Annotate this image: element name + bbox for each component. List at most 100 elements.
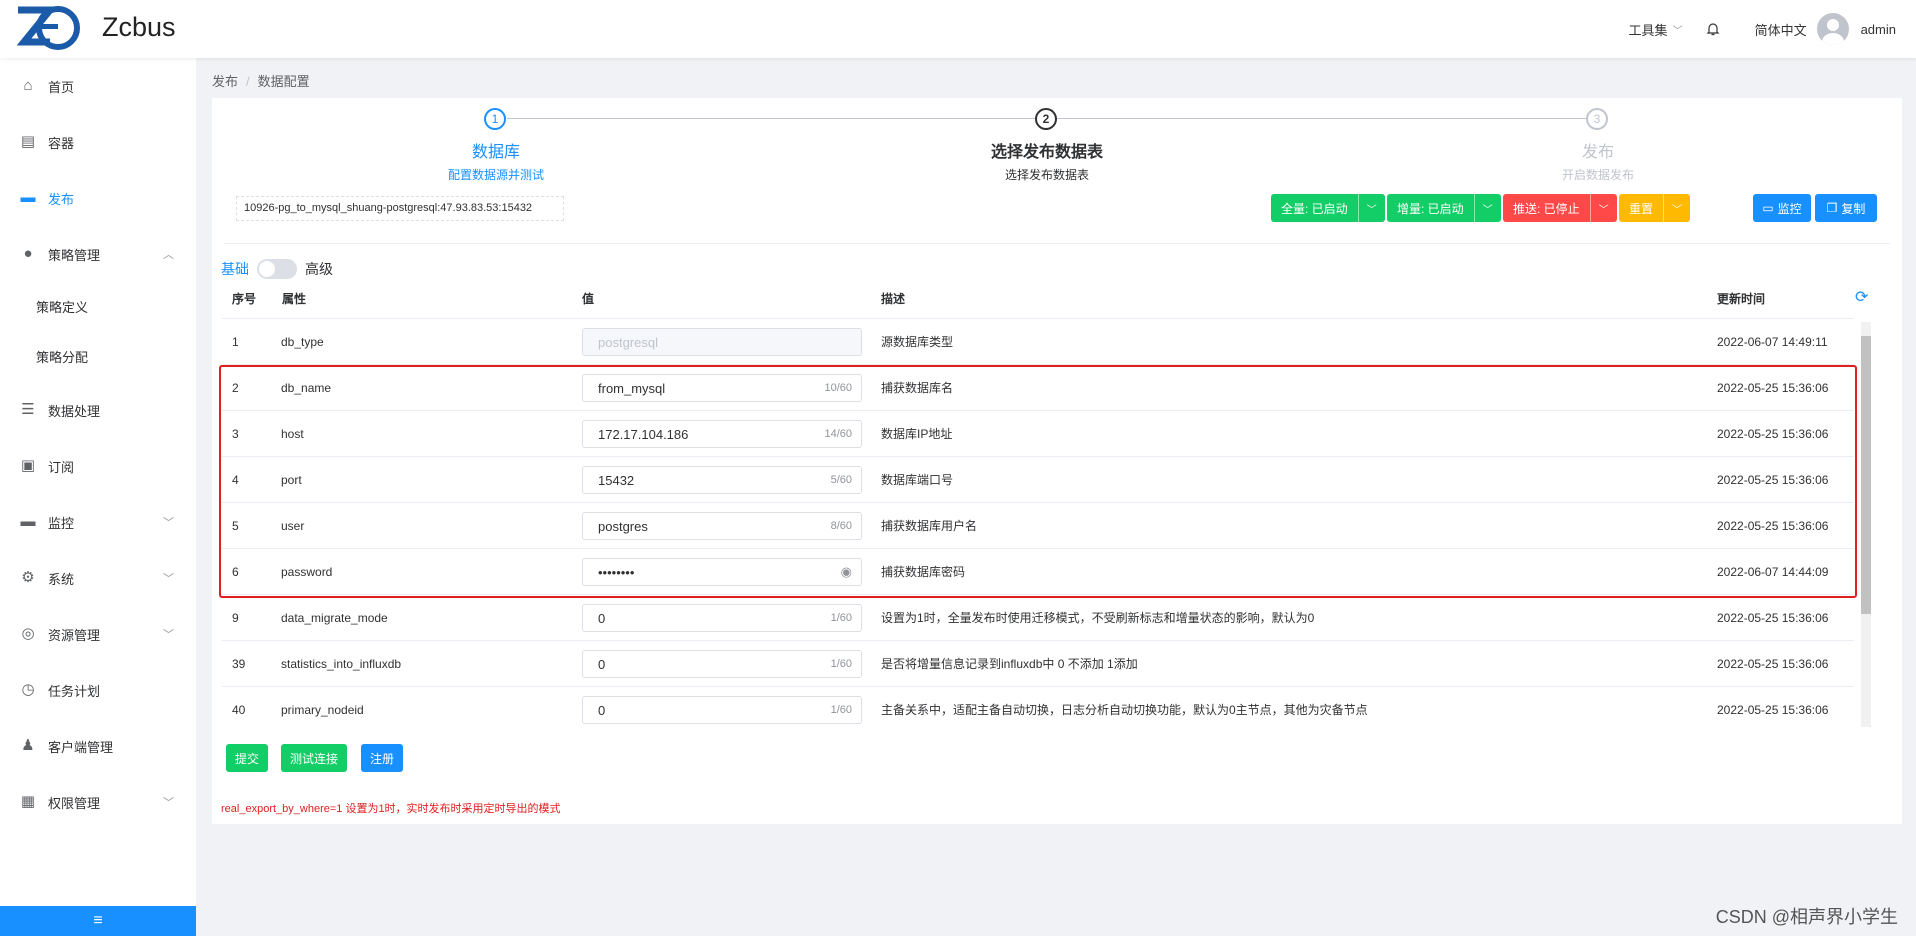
sidebar-item-label: 客户端管理 [48, 739, 114, 755]
step-3-title: 发布 [1581, 144, 1614, 161]
col-header-description: 描述 [881, 292, 906, 306]
char-count: 1/60 [830, 612, 852, 624]
monitor-button-label: 监控 [1777, 201, 1802, 216]
clock-icon: ◷ [21, 681, 35, 698]
breadcrumb-parent[interactable]: 发布 [212, 74, 238, 89]
col-header-attribute: 属性 [282, 292, 307, 306]
step-1-desc: 配置数据源并测试 [447, 168, 544, 182]
sidebar-item-resources[interactable]: ◎ 资源管理 ﹀ [0, 614, 196, 654]
header-right: 工具集 ﹀ 简体中文 admin [1615, 0, 1896, 58]
grid-icon: ▦ [20, 793, 36, 810]
push-dropdown[interactable]: 推送: 已停止 ﹀ [1503, 194, 1617, 222]
sidebar-item-strategy-assign[interactable]: 策略分配 [0, 336, 196, 376]
sidebar-item-container[interactable]: ▤ 容器 [0, 122, 196, 162]
copy-button-label: 复制 [1841, 201, 1866, 216]
test-connection-button[interactable]: 测试连接 [281, 744, 347, 772]
sidebar-item-label: 容器 [48, 135, 75, 151]
scrollbar-thumb[interactable] [1861, 336, 1871, 614]
sidebar-collapse-button[interactable]: ≡ [0, 906, 196, 936]
reset-dropdown[interactable]: 重置 ﹀ [1619, 194, 1691, 222]
sidebar-item-monitor[interactable]: ▬ 监控 ﹀ [0, 502, 196, 542]
refresh-icon[interactable]: ⟳ [1855, 287, 1868, 307]
char-count: 1/60 [830, 704, 852, 716]
submit-button[interactable]: 提交 [226, 744, 268, 772]
full-sync-button[interactable]: 全量: 已启动 [1271, 194, 1359, 222]
avatar [1816, 13, 1849, 45]
cell-attribute: statistics_into_influxdb [281, 657, 402, 671]
sidebar-item-publish[interactable]: ▬ 发布 [0, 178, 196, 218]
input-value: 0 [598, 703, 606, 718]
tools-menu[interactable]: 工具集 ﹀ [1629, 20, 1683, 39]
table-row: 39 statistics_into_influxdb 0 1/60 是否将增量信… [222, 641, 1854, 687]
bell-icon[interactable] [1705, 21, 1721, 37]
chevron-down-icon: ﹀ [163, 629, 174, 641]
user-menu[interactable]: admin [1816, 13, 1896, 45]
step-1-title: 数据库 [471, 144, 520, 161]
sidebar-item-label: 发布 [48, 191, 75, 207]
value-input[interactable]: 0 1/60 [582, 604, 862, 632]
sidebar: ⌂ 首页 ▤ 容器 ▬ 发布 ● 策略管理 ︿ 策略定义 策略分配 ☰ 数据处理 ▣ 订阅 … [0, 58, 196, 936]
monitor-button[interactable]: ▭ 监控 [1753, 194, 1811, 222]
sidebar-item-home[interactable]: ⌂ 首页 [0, 66, 196, 106]
monitor-icon: ▭ [1762, 201, 1774, 215]
mode-advanced-label[interactable]: 高级 [305, 259, 333, 279]
mode-basic-label[interactable]: 基础 [221, 259, 249, 279]
value-input[interactable]: 0 1/60 [582, 696, 862, 724]
reset-button[interactable]: 重置 [1619, 194, 1665, 222]
col-header-value: 值 [582, 292, 595, 306]
incremental-button[interactable]: 增量: 已启动 [1387, 194, 1475, 222]
sidebar-item-label: 系统 [48, 571, 75, 587]
chevron-down-icon: ﹀ [163, 517, 174, 529]
zd-logo [16, 6, 80, 50]
sidebar-item-subscribe[interactable]: ▣ 订阅 [0, 446, 196, 486]
cell-updated: 2022-05-25 15:36:06 [1717, 657, 1829, 671]
username: admin [1860, 21, 1896, 37]
app-name: Zcbus [102, 12, 176, 42]
copy-icon: ❐ [1826, 201, 1838, 215]
sidebar-item-permissions[interactable]: ▦ 权限管理 ﹀ [0, 782, 196, 822]
sidebar-item-strategy-define[interactable]: 策略定义 [0, 286, 196, 326]
step-2-desc: 选择发布数据表 [1004, 168, 1089, 182]
chevron-up-icon: ︿ [163, 249, 174, 261]
value-input[interactable]: 0 1/60 [582, 650, 862, 678]
top-header: Zcbus 工具集 ﹀ 简体中文 admin [0, 0, 1916, 58]
chevron-down-icon[interactable]: ﹀ [1475, 194, 1501, 222]
sidebar-item-task-plan[interactable]: ◷ 任务计划 [0, 670, 196, 710]
step-connector [1057, 118, 1586, 119]
chevron-down-icon[interactable]: ﹀ [1359, 194, 1385, 222]
input-value: 0 [598, 657, 606, 672]
cell-attribute: primary_nodeid [281, 703, 364, 717]
chevron-down-icon: ﹀ [1672, 25, 1683, 37]
cell-index: 40 [232, 703, 246, 717]
sidebar-item-label: 策略定义 [36, 299, 89, 315]
register-button[interactable]: 注册 [361, 744, 403, 772]
chevron-down-icon: ﹀ [163, 797, 174, 809]
chevron-down-icon[interactable]: ﹀ [1591, 194, 1617, 222]
cell-attribute: db_type [281, 335, 324, 349]
chevron-down-icon[interactable]: ﹀ [1664, 194, 1690, 222]
sidebar-item-label: 数据处理 [48, 403, 101, 419]
home-icon: ⌂ [23, 77, 33, 94]
language-switch[interactable]: 简体中文 [1755, 20, 1807, 39]
sidebar-item-label: 权限管理 [48, 795, 101, 811]
copy-button[interactable]: ❐ 复制 [1815, 194, 1877, 222]
divider [224, 243, 1890, 244]
sidebar-item-label: 策略管理 [48, 247, 101, 263]
cell-description: 主备关系中，适配主备自动切换，日志分析自动切换功能，默认为0主节点，其他为灾备节… [881, 703, 1368, 717]
clipboard-icon: ▤ [20, 133, 36, 150]
mode-toggle[interactable] [257, 259, 297, 279]
sidebar-item-system[interactable]: ⚙ 系统 ﹀ [0, 558, 196, 598]
monitor-icon: ▬ [20, 189, 36, 206]
push-button[interactable]: 推送: 已停止 [1503, 194, 1591, 222]
sidebar-item-strategy[interactable]: ● 策略管理 ︿ [0, 234, 196, 274]
cell-attribute: data_migrate_mode [281, 611, 388, 625]
col-header-updated: 更新时间 [1717, 292, 1766, 306]
sidebar-item-clients[interactable]: ♟ 客户端管理 [0, 726, 196, 766]
full-sync-dropdown[interactable]: 全量: 已启动 ﹀ [1271, 194, 1385, 222]
table-row: 40 primary_nodeid 0 1/60 主备关系中，适配主备自动切换，日… [222, 687, 1854, 733]
incremental-dropdown[interactable]: 增量: 已启动 ﹀ [1387, 194, 1501, 222]
value-input: postgresql [582, 328, 862, 356]
sidebar-item-label: 策略分配 [36, 349, 89, 365]
table-row: 9 data_migrate_mode 0 1/60 设置为1时，全量发布时使用迁… [222, 595, 1854, 641]
sidebar-item-data-processing[interactable]: ☰ 数据处理 [0, 390, 196, 430]
